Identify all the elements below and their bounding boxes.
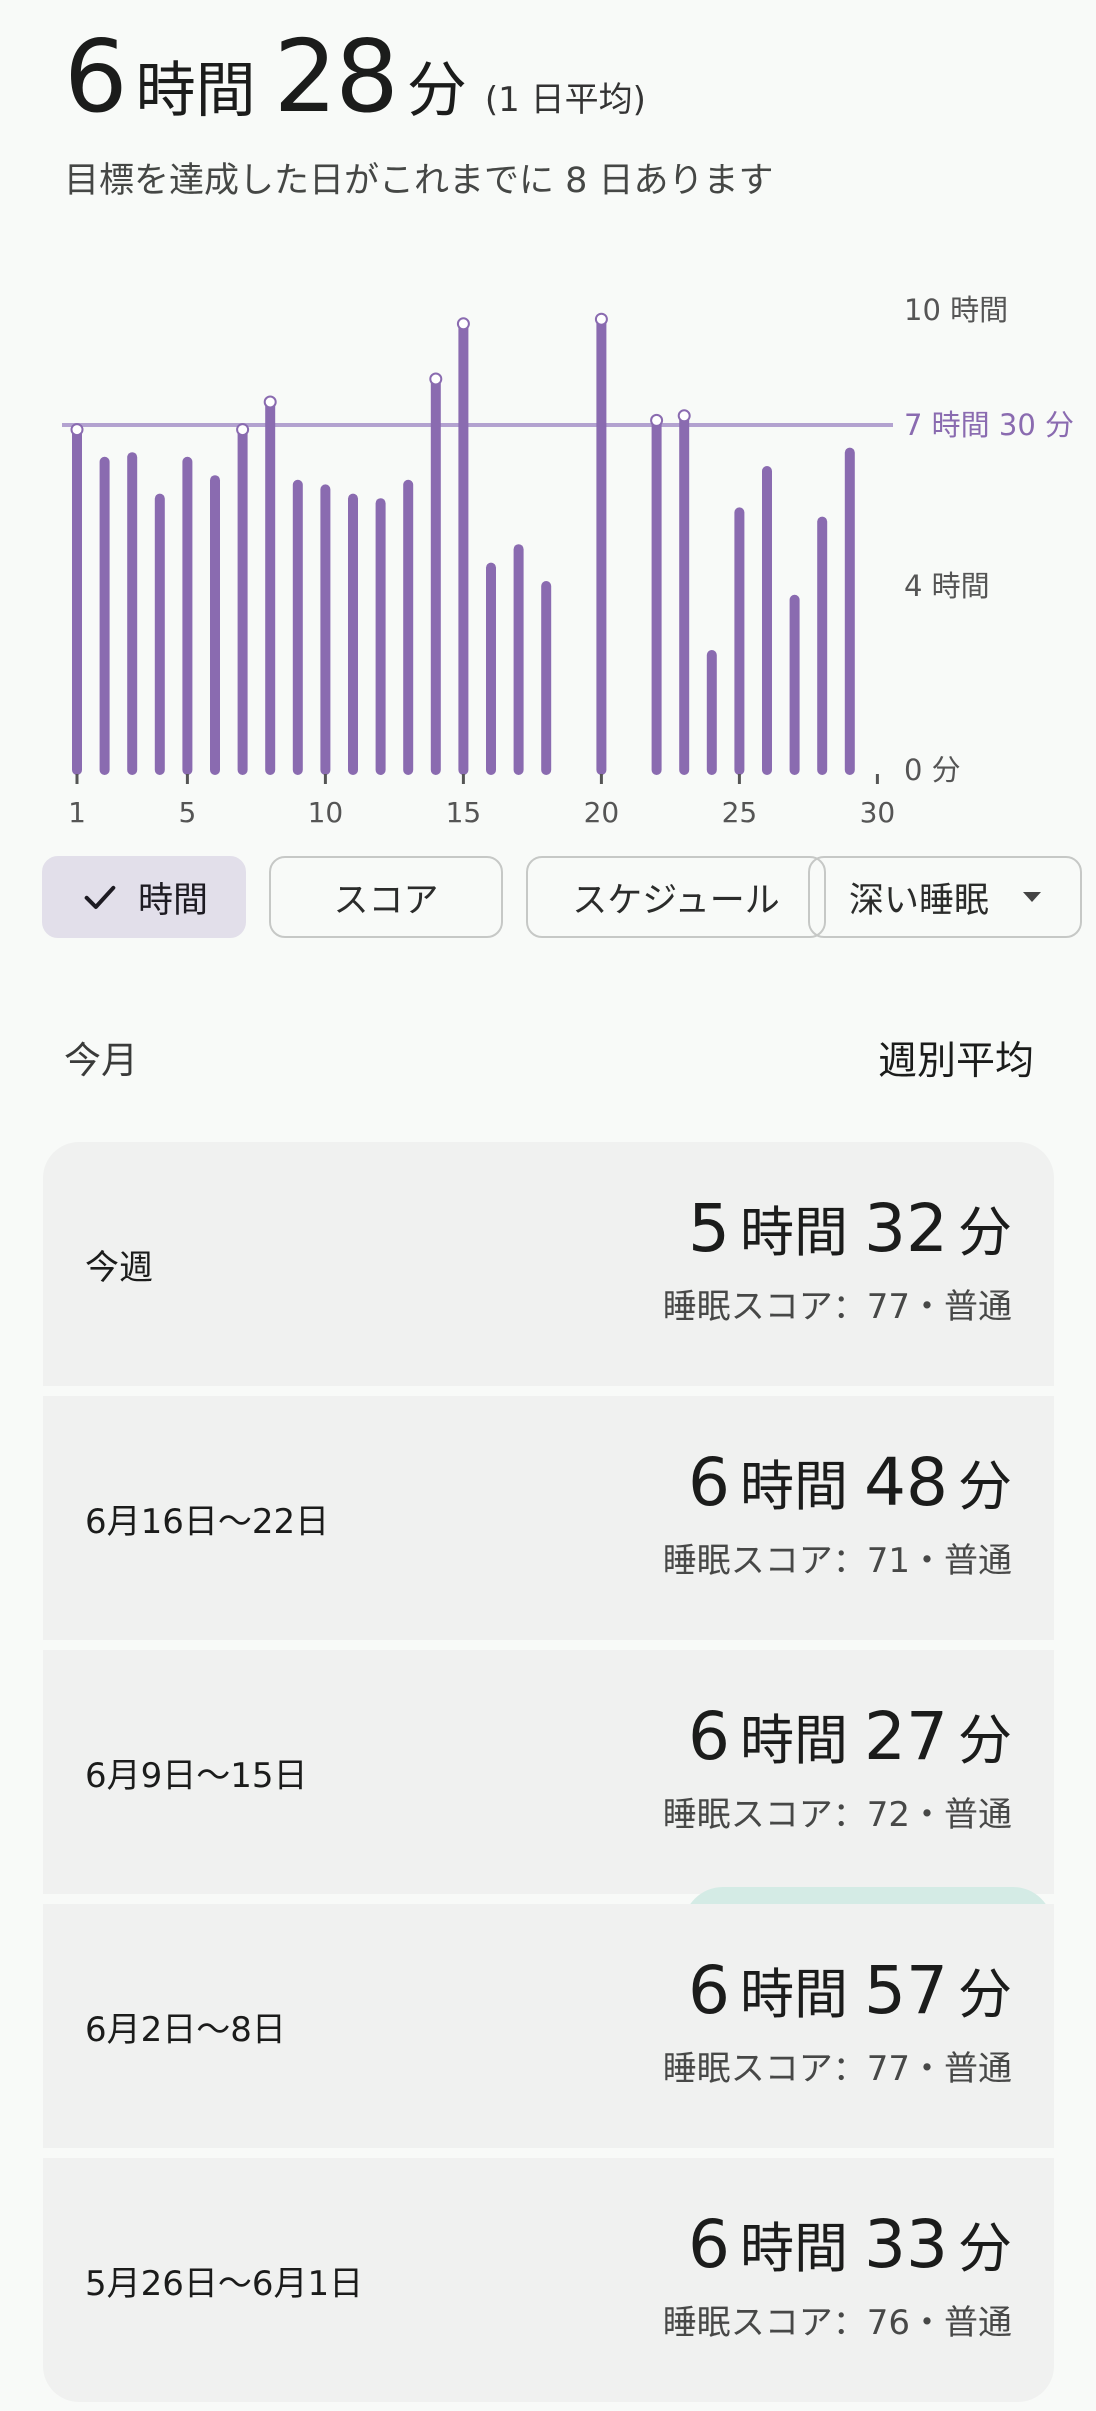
x-tick-label: 25 [722,796,758,829]
x-tick-label: 20 [584,796,620,829]
hours-unit: 時間 [740,1709,849,1772]
minutes-unit: 分 [958,1201,1012,1264]
average-duration: 6 時間 28 分 (1 日平均) [64,18,646,135]
hours-unit: 時間 [740,1201,849,1264]
x-tick-label: 5 [178,796,196,829]
goal-marker [429,372,443,386]
goal-marker [70,423,84,437]
chip-schedule-label: スケジュール [572,880,780,921]
week-minutes: 48 [864,1444,948,1521]
sleep-score: 睡眠スコア：76・普通 [662,2303,1012,2343]
chip-score[interactable]: スコア [269,856,503,938]
hours-unit: 時間 [740,1455,849,1518]
week-label: 5月26日〜6月1日 [85,2263,364,2304]
x-tick-label: 1 [68,796,86,829]
chip-duration[interactable]: 時間 [42,856,246,938]
dropdown-arrow-icon [1023,892,1041,902]
week-label: 今週 [85,1247,153,1288]
week-card[interactable]: 今週 5 時間 32 分 睡眠スコア：77・普通 [43,1142,1054,1386]
week-hours: 6 [688,1952,731,2029]
x-tick-label: 10 [308,796,344,829]
goal-marker [650,413,664,427]
sleep-score: 睡眠スコア：77・普通 [662,2049,1012,2089]
week-label: 6月16日〜22日 [85,1501,330,1542]
week-card[interactable]: 6月2日〜8日 6 時間 57 分 睡眠スコア：77・普通 [43,1904,1054,2148]
chip-deep-sleep-label: 深い睡眠 [848,880,989,921]
week-minutes: 27 [864,1698,948,1775]
goal-marker [456,317,470,331]
chip-schedule[interactable]: スケジュール [526,856,826,938]
y-tick-label: 10 時間 [904,293,1008,327]
week-label: 6月2日〜8日 [85,2009,286,2050]
week-duration: 5 時間 32 分 [663,1188,1012,1267]
average-hours: 6 [64,18,128,135]
week-card[interactable]: 6月16日〜22日 6 時間 48 分 睡眠スコア：71・普通 [43,1396,1054,1640]
week-duration: 6 時間 48 分 [663,1442,1012,1521]
week-hours: 5 [688,1190,731,1267]
week-duration: 6 時間 57 分 [663,1950,1012,2029]
week-minutes: 32 [864,1190,948,1267]
goal-line-label: 7 時間 30 分 [904,408,1074,442]
week-card[interactable]: 6月9日〜15日 6 時間 27 分 睡眠スコア：72・普通 [43,1650,1054,1894]
week-hours: 6 [688,2206,731,2283]
week-minutes: 33 [864,2206,948,2283]
sleep-score: 睡眠スコア：71・普通 [662,1541,1012,1581]
sleep-score: 睡眠スコア：72・普通 [662,1795,1012,1835]
week-duration: 6 時間 27 分 [663,1696,1012,1775]
week-hours: 6 [688,1444,731,1521]
goal-marker [236,423,250,437]
x-tick-label: 15 [446,796,482,829]
minutes-unit: 分 [406,56,467,126]
week-label: 6月9日〜15日 [85,1755,308,1796]
chip-duration-label: 時間 [137,880,208,921]
goal-marker [263,395,277,409]
goal-marker [677,409,691,423]
average-minutes: 28 [273,18,399,135]
hours-unit: 時間 [740,1963,849,2026]
chip-score-label: スコア [333,880,439,921]
check-icon [84,885,116,909]
sleep-score: 睡眠スコア：77・普通 [662,1287,1012,1327]
minutes-unit: 分 [958,1963,1012,2026]
week-card[interactable]: 5月26日〜6月1日 6 時間 33 分 睡眠スコア：76・普通 [43,2158,1054,2402]
minutes-unit: 分 [958,1709,1012,1772]
daily-average-note: (1 日平均) [484,80,646,120]
weekly-average-label: 週別平均 [877,1039,1034,1084]
sleep-duration-chart[interactable]: 1 5 10 15 20 25 300 分4 時間10 時間7 時間 30 分 [0,270,1096,830]
week-duration: 6 時間 33 分 [663,2204,1012,2283]
hours-unit: 時間 [740,2217,849,2280]
chip-deep-sleep[interactable]: 深い睡眠 [808,856,1082,938]
week-hours: 6 [688,1698,731,1775]
y-tick-label: 4 時間 [904,569,990,603]
period-label: 今月 [64,1039,138,1082]
goal-achieved-text: 目標を達成した日がこれまでに 8 日あります [64,161,774,201]
y-tick-label: 0 分 [904,753,961,787]
minutes-unit: 分 [958,1455,1012,1518]
minutes-unit: 分 [958,2217,1012,2280]
hours-unit: 時間 [135,56,256,126]
x-tick-label: 30 [860,796,896,829]
week-minutes: 57 [864,1952,948,2029]
goal-marker [594,312,608,326]
